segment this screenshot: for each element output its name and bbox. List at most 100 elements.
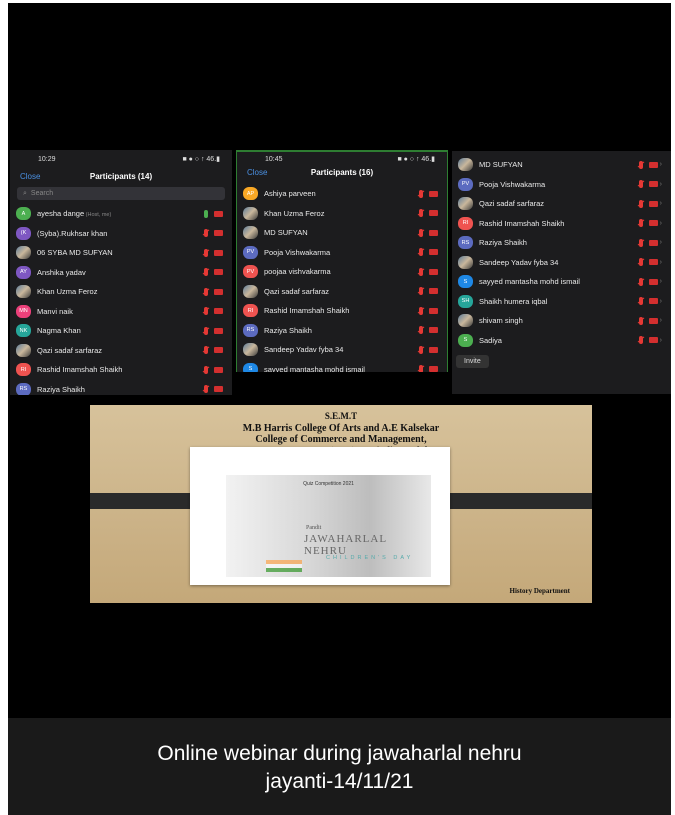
participant-name: Pooja Vishwakarma xyxy=(479,179,546,189)
participant-name: (Syba).Rukhsar khan xyxy=(37,228,108,238)
camera-off-icon xyxy=(648,220,658,227)
participant-name: Ashiya parveen xyxy=(264,189,316,199)
participant-list: MD SUFYAN › PV Pooja Vishwakarma › Qazi sadaf… xyxy=(452,151,671,350)
camera-off-icon xyxy=(214,347,223,354)
participant-status-icons xyxy=(204,268,223,277)
camera-off-icon xyxy=(214,308,223,315)
mic-muted-icon xyxy=(204,365,208,374)
participant-row[interactable]: AP Ashiya parveen xyxy=(237,184,447,204)
nehru-poster-image: Quiz Competition 2021 Pandit JAWAHARLAL … xyxy=(226,475,431,577)
chevron-right-icon: › xyxy=(659,336,662,344)
participant-status-icons: › xyxy=(638,336,662,345)
camera-off-icon xyxy=(429,229,438,236)
participant-row[interactable]: PV poojaa vishvakarma xyxy=(237,262,447,282)
chevron-right-icon: › xyxy=(659,297,662,305)
flag-graphic xyxy=(266,560,302,572)
participant-status-icons: › xyxy=(638,219,662,228)
participant-row[interactable]: MN Manvi naik xyxy=(10,302,232,322)
camera-off-icon xyxy=(648,317,658,324)
participant-row[interactable]: Sandeep Yadav fyba 34 › xyxy=(452,253,671,273)
participant-status-icons: › xyxy=(638,277,662,286)
participant-name: Qazi sadaf sarfaraz xyxy=(37,345,103,355)
participant-row[interactable]: Khan Uzma Feroz xyxy=(237,204,447,224)
college-heading-line: College of Commerce and Management, xyxy=(255,434,427,445)
camera-off-icon xyxy=(214,269,223,276)
chevron-right-icon: › xyxy=(659,258,662,266)
participant-row[interactable]: MD SUFYAN xyxy=(237,223,447,243)
participants-panel-3: MD SUFYAN › PV Pooja Vishwakarma › Qazi sadaf… xyxy=(452,151,671,394)
participant-row[interactable]: SH Shaikh humera iqbal › xyxy=(452,292,671,312)
participant-row[interactable]: RI Rashid Imamshah Shaikh › xyxy=(452,214,671,234)
avatar-initials: MN xyxy=(16,304,31,318)
mic-muted-icon xyxy=(204,326,208,335)
participant-row[interactable]: RS Raziya Shaikh xyxy=(10,380,232,395)
participant-name: 06 SYBA MD SUFYAN xyxy=(37,248,113,258)
college-heading-line: S.E.M.T xyxy=(324,411,358,421)
invite-button[interactable]: Invite xyxy=(456,355,489,368)
participant-row[interactable]: Khan Uzma Feroz xyxy=(10,282,232,302)
mic-muted-icon xyxy=(638,160,643,169)
participant-row[interactable]: Sandeep Yadav fyba 34 xyxy=(237,340,447,360)
participant-status-icons xyxy=(419,228,438,237)
status-bar: 10:45 ■ ● ○ ↑ 46.▮ xyxy=(237,152,447,166)
avatar-initials: PV xyxy=(243,245,258,259)
participant-row[interactable]: RS Raziya Shaikh xyxy=(237,321,447,341)
avatar-photo xyxy=(458,197,473,211)
participant-row[interactable]: PV Pooja Vishwakarma › xyxy=(452,175,671,195)
participant-status-icons xyxy=(204,346,223,355)
participant-name: MD SUFYAN xyxy=(264,228,308,238)
participant-name: poojaa vishvakarma xyxy=(264,267,331,277)
participant-row[interactable]: Qazi sadaf sarfaraz › xyxy=(452,194,671,214)
participant-row[interactable]: MD SUFYAN › xyxy=(452,155,671,175)
mic-muted-icon xyxy=(419,248,423,257)
participant-status-icons xyxy=(419,267,438,276)
camera-off-icon xyxy=(429,307,438,314)
mic-muted-icon xyxy=(419,267,423,276)
search-icon: ⌕ xyxy=(23,189,27,197)
avatar-photo xyxy=(458,314,473,328)
mic-muted-icon xyxy=(419,345,423,354)
participant-row[interactable]: NK Nagma Khan xyxy=(10,321,232,341)
participant-row[interactable]: Qazi sadaf sarfaraz xyxy=(10,341,232,361)
participant-row[interactable]: (K (Syba).Rukhsar khan xyxy=(10,224,232,244)
poster-name: JAWAHARLAL NEHRU xyxy=(304,533,387,557)
participant-row[interactable]: shivam singh › xyxy=(452,311,671,331)
participant-status-icons xyxy=(419,209,438,218)
participant-row[interactable]: PV Pooja Vishwakarma xyxy=(237,243,447,263)
avatar-initials: AY xyxy=(16,265,31,279)
mic-muted-icon xyxy=(419,306,423,315)
close-button[interactable]: Close xyxy=(247,168,267,177)
participant-status-icons xyxy=(419,287,438,296)
close-button[interactable]: Close xyxy=(20,172,40,181)
participant-row[interactable]: RI Rashid Imamshah Shaikh xyxy=(237,301,447,321)
avatar-initials: PV xyxy=(243,265,258,279)
participant-status-icons: › xyxy=(638,316,662,325)
participant-row[interactable]: AY Anshika yadav xyxy=(10,263,232,283)
participant-name: Nagma Khan xyxy=(37,326,81,336)
avatar-photo xyxy=(458,158,473,172)
participant-row[interactable]: RI Rashid Imamshah Shaikh xyxy=(10,360,232,380)
avatar-initials: S xyxy=(458,333,473,347)
avatar-initials: S xyxy=(243,362,258,372)
poster-top-text: Quiz Competition 2021 xyxy=(303,481,354,487)
participant-status-icons xyxy=(204,229,223,238)
participant-row[interactable]: RS Raziya Shaikh › xyxy=(452,233,671,253)
mic-muted-icon xyxy=(638,199,643,208)
participant-status-icons: › xyxy=(638,160,662,169)
mic-muted-icon xyxy=(204,346,208,355)
participant-row[interactable]: 06 SYBA MD SUFYAN xyxy=(10,243,232,263)
search-input[interactable]: ⌕ Search xyxy=(17,187,225,200)
participant-row[interactable]: S Sadiya › xyxy=(452,331,671,351)
status-icons: ■ ● ○ ↑ 46.▮ xyxy=(397,156,435,163)
participant-row[interactable]: Ssayyed mantasha mohd ismail › xyxy=(452,272,671,292)
camera-off-icon xyxy=(429,210,438,217)
participant-name: Manvi naik xyxy=(37,306,73,316)
participant-row[interactable]: Qazi sadaf sarfaraz xyxy=(237,282,447,302)
status-bar: 10:29 ■ ● ○ ↑ 46.▮ xyxy=(10,150,232,168)
avatar-initials: PV xyxy=(458,177,473,191)
participant-row[interactable]: Aayesha dange (Host, me) xyxy=(10,204,232,224)
participant-name: Shaikh humera iqbal xyxy=(479,296,548,306)
participant-row[interactable]: Ssayyed mantasha mohd ismail xyxy=(237,360,447,372)
avatar-photo xyxy=(16,246,31,260)
slide-bar-right xyxy=(450,493,592,509)
